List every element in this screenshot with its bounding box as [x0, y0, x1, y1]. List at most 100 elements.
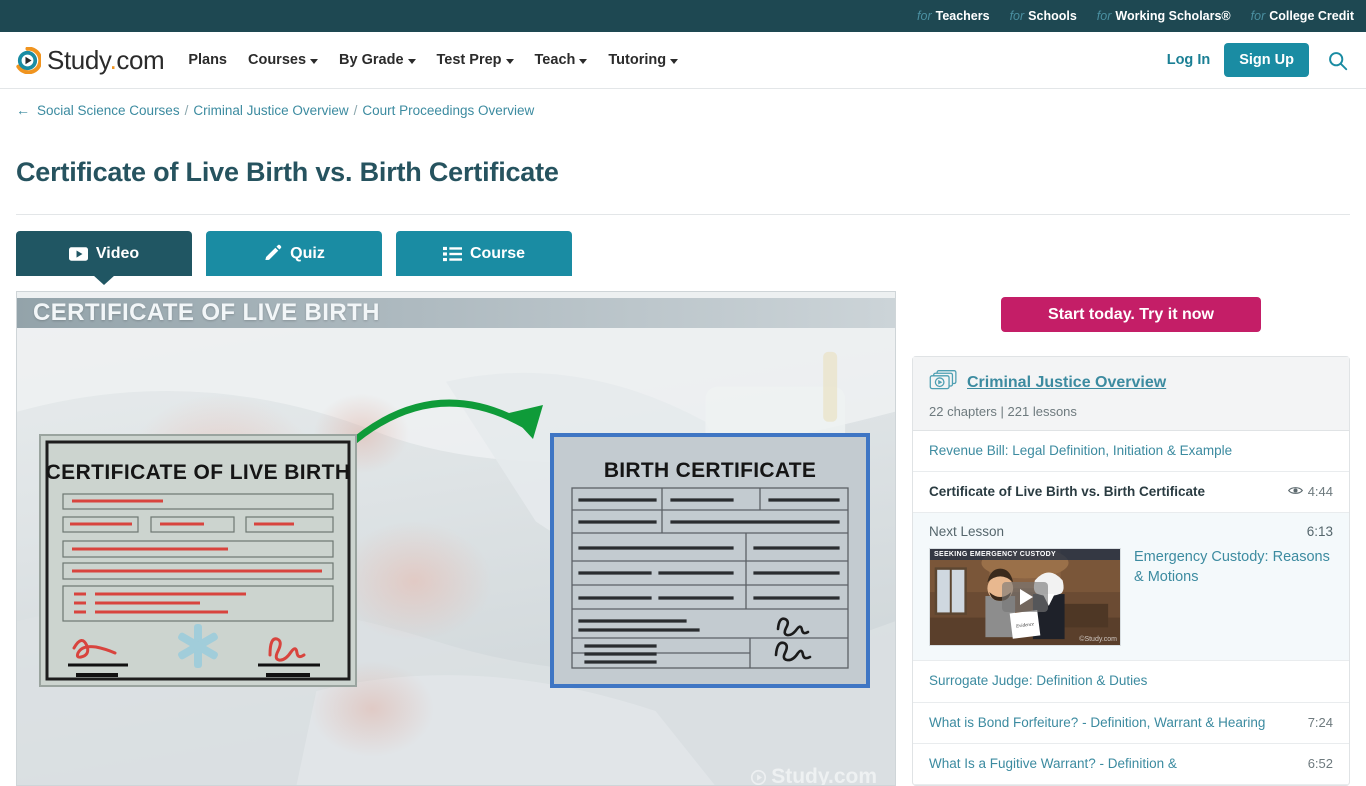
nav-items: Plans Courses By Grade Test Prep Teach T…: [188, 52, 679, 68]
login-link[interactable]: Log In: [1167, 52, 1211, 68]
breadcrumb-separator: /: [184, 102, 189, 118]
utility-link-teachers[interactable]: for Teachers: [917, 9, 990, 23]
current-lesson-title: Certificate of Live Birth vs. Birth Cert…: [929, 484, 1206, 500]
thumbnail-caption: SEEKING EMERGENCY CUSTODY: [930, 549, 1120, 561]
search-button[interactable]: [1323, 48, 1352, 73]
lesson-duration: 7:24: [1307, 714, 1333, 730]
next-lesson-thumbnail[interactable]: Evidence SEEKING EMERGENCY CUSTODY ©Stud…: [929, 548, 1121, 647]
page-title: Certificate of Live Birth vs. Birth Cert…: [16, 157, 559, 187]
back-arrow-icon[interactable]: ←: [16, 102, 30, 118]
main-navigation: Study.com Plans Courses By Grade Test Pr…: [0, 32, 1366, 89]
search-icon: [1327, 51, 1348, 74]
thumbnail-play-button[interactable]: [1002, 582, 1048, 613]
lesson-row[interactable]: Surrogate Judge: Definition & Duties: [913, 661, 1349, 703]
watermark-text: Study.com: [771, 765, 877, 786]
breadcrumb: ← Social Science Courses / Criminal Just…: [16, 102, 1350, 118]
utility-link-label: Working Scholars®: [1115, 9, 1231, 23]
nav-item-teach[interactable]: Teach: [535, 52, 588, 68]
list-icon: [442, 246, 462, 262]
utility-bar: for Teachers for Schools for Working Sch…: [0, 0, 1366, 32]
nav-item-plans[interactable]: Plans: [188, 52, 227, 68]
course-card: Criminal Justice Overview 22 chapters | …: [912, 356, 1350, 786]
chevron-down-icon: [579, 58, 588, 64]
lesson-row[interactable]: What Is a Fugitive Warrant? - Definition…: [913, 744, 1349, 786]
nav-item-label: Plans: [188, 52, 227, 68]
lesson-row[interactable]: What is Bond Forfeiture? - Definition, W…: [913, 703, 1349, 744]
course-title-link[interactable]: Criminal Justice Overview: [967, 374, 1166, 392]
course-meta: 22 chapters | 221 lessons: [929, 404, 1077, 419]
lesson-tabs: Video Quiz Course: [0, 215, 1366, 276]
nav-item-test-prep[interactable]: Test Prep: [437, 52, 514, 68]
breadcrumb-item-3[interactable]: Court Proceedings Overview: [362, 103, 534, 118]
utility-link-label: College Credit: [1269, 9, 1354, 23]
next-lesson-block[interactable]: Next Lesson 6:13 Evidence SEEKING EMERGE…: [913, 513, 1349, 662]
video-player[interactable]: CERTIFICATE OF LIVE BIRTH CERTIFICATE OF…: [16, 291, 896, 786]
tab-course[interactable]: Course: [396, 231, 572, 276]
signup-button[interactable]: Sign Up: [1224, 43, 1309, 77]
breadcrumb-separator: /: [353, 102, 358, 118]
utility-link-college-credit[interactable]: for College Credit: [1251, 9, 1354, 23]
utility-link-prefix: for: [1096, 9, 1112, 23]
utility-link-schools[interactable]: for Schools: [1010, 9, 1077, 23]
utility-link-prefix: for: [1250, 9, 1266, 23]
svg-text:BIRTH CERTIFICATE: BIRTH CERTIFICATE: [604, 459, 816, 482]
try-it-now-button[interactable]: Start today. Try it now: [1001, 297, 1261, 332]
next-lesson-label: Next Lesson: [929, 524, 1005, 540]
lesson-title-link[interactable]: What is Bond Forfeiture? - Definition, W…: [929, 714, 1298, 732]
current-lesson-duration: 4:44: [1307, 484, 1333, 500]
nav-item-by-grade[interactable]: By Grade: [339, 52, 416, 68]
breadcrumb-bar: ← Social Science Courses / Criminal Just…: [0, 89, 1366, 118]
chevron-down-icon: [310, 58, 319, 64]
nav-item-tutoring[interactable]: Tutoring: [608, 52, 679, 68]
green-arrow-icon: [343, 399, 543, 451]
sidebar: Start today. Try it now Criminal Justice…: [912, 291, 1350, 786]
study-logo-icon: [14, 46, 43, 74]
lesson-title-link[interactable]: Surrogate Judge: Definition & Duties: [929, 672, 1333, 690]
certificate-of-live-birth-document: CERTIFICATE OF LIVE BIRTH: [39, 434, 357, 687]
next-lesson-duration: 6:13: [1306, 524, 1333, 540]
nav-item-label: Tutoring: [608, 52, 667, 68]
logo-wordmark: Study.com: [47, 44, 165, 75]
course-card-header: Criminal Justice Overview 22 chapters | …: [913, 357, 1349, 431]
play-triangle-icon: [1020, 589, 1033, 606]
lesson-title-link[interactable]: What Is a Fugitive Warrant? - Definition…: [929, 755, 1298, 773]
chevron-down-icon: [505, 58, 514, 64]
nav-item-label: By Grade: [339, 52, 404, 68]
lesson-title-link[interactable]: Revenue Bill: Legal Definition, Initiati…: [929, 442, 1333, 460]
tab-label: Video: [95, 244, 140, 262]
utility-link-label: Teachers: [935, 9, 990, 23]
breadcrumb-item-1[interactable]: Social Science Courses: [37, 103, 180, 118]
course-videos-icon: [929, 369, 958, 397]
pencil-icon: [263, 244, 282, 263]
watermark-logo-icon: [751, 769, 767, 785]
current-lesson-meta: 4:44: [1287, 483, 1333, 501]
video-icon: [68, 246, 88, 261]
content-area: CERTIFICATE OF LIVE BIRTH CERTIFICATE OF…: [0, 291, 1366, 786]
site-logo[interactable]: Study.com: [14, 44, 165, 76]
chevron-down-icon: [407, 58, 416, 64]
eye-icon: [1287, 483, 1303, 501]
next-lesson-title-link[interactable]: Emergency Custody: Reasons & Motions: [1134, 548, 1333, 646]
tab-video[interactable]: Video: [16, 231, 192, 276]
nav-item-label: Teach: [534, 52, 576, 68]
nav-actions: Log In Sign Up: [1167, 43, 1352, 77]
lesson-duration: 6:52: [1307, 755, 1333, 771]
svg-text:CERTIFICATE OF LIVE BIRTH: CERTIFICATE OF LIVE BIRTH: [46, 461, 351, 484]
breadcrumb-item-2[interactable]: Criminal Justice Overview: [193, 103, 348, 118]
nav-item-label: Test Prep: [436, 52, 502, 68]
utility-link-label: Schools: [1028, 9, 1077, 23]
tab-label: Quiz: [290, 244, 325, 262]
tab-quiz[interactable]: Quiz: [206, 231, 382, 276]
thumbnail-watermark: ©Study.com: [1079, 636, 1117, 644]
tab-label: Course: [469, 244, 526, 262]
nav-item-courses[interactable]: Courses: [248, 52, 319, 68]
next-lesson-body: Evidence SEEKING EMERGENCY CUSTODY ©Stud…: [929, 548, 1333, 647]
video-column: CERTIFICATE OF LIVE BIRTH CERTIFICATE OF…: [16, 291, 896, 786]
next-lesson-header: Next Lesson 6:13: [929, 524, 1333, 539]
utility-link-working-scholars[interactable]: for Working Scholars®: [1097, 9, 1231, 23]
lesson-row[interactable]: Revenue Bill: Legal Definition, Initiati…: [913, 431, 1349, 473]
chevron-down-icon: [670, 58, 679, 64]
lesson-row-current[interactable]: Certificate of Live Birth vs. Birth Cert…: [913, 472, 1349, 514]
utility-link-prefix: for: [1009, 9, 1025, 23]
nav-item-label: Courses: [248, 52, 307, 68]
